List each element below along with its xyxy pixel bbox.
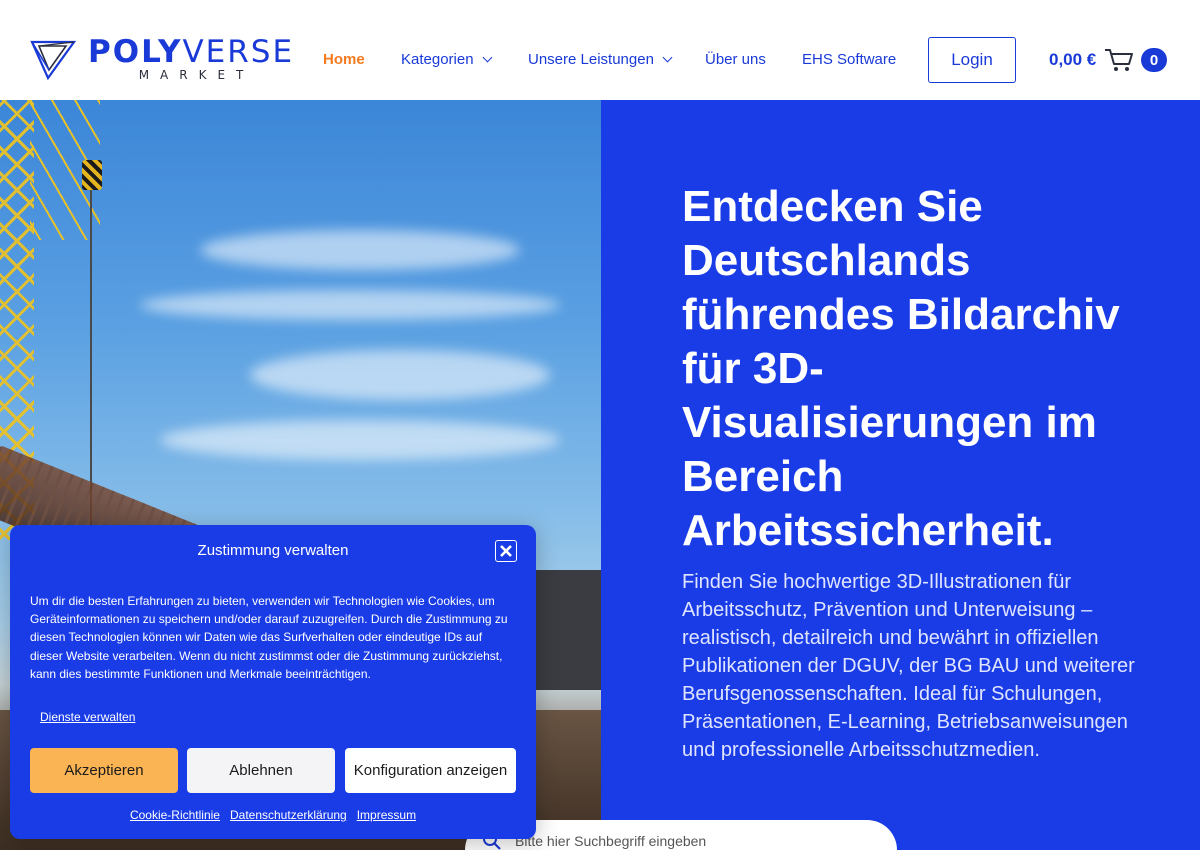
hero-title: Entdecken Sie Deutschlands führendes Bil… <box>682 182 1120 555</box>
logo-word-bold: POLY <box>88 33 183 70</box>
logo-triangle-icon <box>30 40 76 81</box>
nav-kategorien-label: Kategorien <box>401 51 474 68</box>
logo-word-light: VERSE <box>182 33 295 70</box>
cookie-dialog-text: Um dir die besten Erfahrungen zu bieten,… <box>30 594 508 681</box>
cloud <box>200 230 520 270</box>
imprint-link[interactable]: Impressum <box>357 808 416 822</box>
login-button[interactable]: Login <box>928 37 1016 83</box>
cookie-dialog-title: Zustimmung verwalten <box>197 542 349 559</box>
privacy-policy-link[interactable]: Datenschutzerklärung <box>230 808 347 822</box>
accept-button[interactable]: Akzeptieren <box>30 748 178 793</box>
nav-ehs-software[interactable]: EHS Software <box>802 51 896 68</box>
search-input[interactable]: Bitte hier Suchbegriff eingeben <box>515 833 706 849</box>
chevron-down-icon <box>662 52 673 62</box>
nav-leistungen-label: Unsere Leistungen <box>528 51 654 68</box>
shopping-cart-icon[interactable] <box>1104 47 1134 73</box>
cookie-consent-dialog: Zustimmung verwalten Um dir die besten E… <box>10 525 536 839</box>
nav-leistungen[interactable]: Unsere Leistungen <box>528 51 673 68</box>
show-configuration-button[interactable]: Konfiguration anzeigen <box>345 748 516 793</box>
cloud <box>160 420 560 460</box>
deny-button[interactable]: Ablehnen <box>187 748 335 793</box>
nav-ehs-software-label: EHS Software <box>802 51 897 68</box>
cookie-footer-links: Cookie-Richtlinie Datenschutzerklärung I… <box>10 808 536 822</box>
cloud <box>140 290 560 320</box>
chevron-down-icon <box>482 52 493 62</box>
cookie-policy-link[interactable]: Cookie-Richtlinie <box>130 808 220 822</box>
cloud <box>250 350 550 400</box>
nav-ueber-uns[interactable]: Über uns <box>705 51 766 68</box>
cart-count-badge: 0 <box>1141 48 1167 72</box>
nav-kategorien[interactable]: Kategorien <box>401 51 493 68</box>
close-button[interactable] <box>495 540 517 562</box>
manage-services-link[interactable]: Dienste verwalten <box>40 710 135 724</box>
hero-description: Finden Sie hochwertige 3D-Illustrationen… <box>682 571 1135 761</box>
hero-panel: Entdecken Sie Deutschlands führendes Bil… <box>601 100 1200 850</box>
crane-hook <box>82 160 102 190</box>
nav-home-label: Home <box>323 51 365 68</box>
logo-wordmark: POLYVERSE <box>88 33 295 70</box>
logo-subtitle: MARKET <box>138 67 255 82</box>
nav-home[interactable]: Home <box>323 51 365 68</box>
nav-ueber-uns-label: Über uns <box>705 51 766 68</box>
site-header: POLYVERSE MARKET Home Kategorien Unsere … <box>0 0 1200 100</box>
close-icon <box>500 545 512 557</box>
site-logo[interactable]: POLYVERSE MARKET <box>30 36 294 82</box>
cart-total[interactable]: 0,00 € <box>1049 50 1096 70</box>
